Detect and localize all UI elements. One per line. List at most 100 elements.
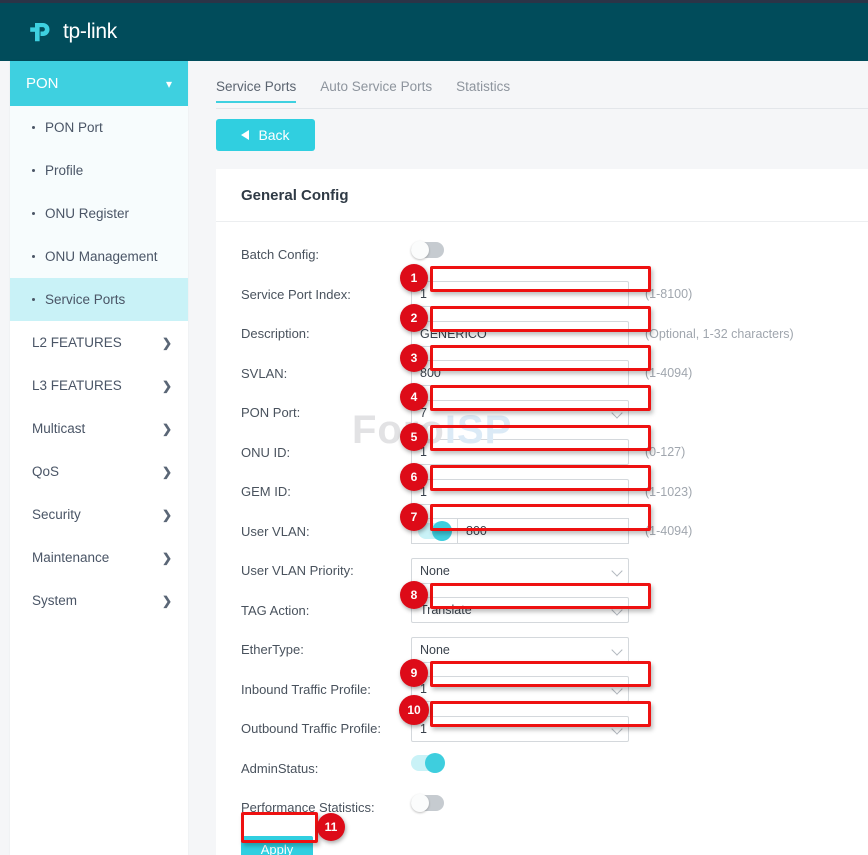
sidebar-item-label: Service Ports bbox=[45, 292, 126, 307]
sidebar-item-l3-features[interactable]: L3 FEATURES ❯ bbox=[10, 364, 188, 407]
toggle-knob bbox=[425, 753, 445, 774]
sidebar-item-system[interactable]: System ❯ bbox=[10, 579, 188, 622]
field-control: None bbox=[411, 636, 629, 663]
field-user-vlan: User VLAN: 800 (1-4094) bbox=[216, 512, 868, 552]
bullet-icon bbox=[32, 298, 35, 301]
apply-row: Apply bbox=[216, 828, 868, 855]
field-admin-status: AdminStatus: bbox=[216, 749, 868, 789]
batch-config-toggle[interactable] bbox=[411, 240, 444, 259]
back-button-label: Back bbox=[258, 127, 290, 143]
toggle-knob bbox=[411, 793, 429, 812]
field-label: PON Port: bbox=[241, 405, 301, 421]
field-hint: (0-127) bbox=[645, 445, 686, 460]
sidebar-item-profile[interactable]: Profile bbox=[10, 149, 188, 192]
triangle-left-icon bbox=[241, 130, 250, 140]
page-root: tp-link PON ▾ PON Port Profile ONU Regis… bbox=[0, 0, 868, 855]
field-user-vlan-priority: User VLAN Priority: None bbox=[216, 551, 868, 591]
field-hint: (1-8100) bbox=[645, 287, 693, 302]
inbound-traffic-profile-select[interactable]: 1 bbox=[411, 676, 629, 703]
field-performance-statistics: Performance Statistics: bbox=[216, 788, 868, 828]
chevron-right-icon: ❯ bbox=[161, 464, 172, 479]
field-pon-port: PON Port: 7 bbox=[216, 393, 868, 433]
sidebar-item-security[interactable]: Security ❯ bbox=[10, 493, 188, 536]
chevron-right-icon: ❯ bbox=[161, 593, 172, 608]
sidebar-item-onu-management[interactable]: ONU Management bbox=[10, 235, 188, 278]
outbound-traffic-profile-select[interactable]: 1 bbox=[411, 715, 629, 742]
field-hint: (1-4094) bbox=[645, 524, 693, 539]
tab-bar: Service Ports Auto Service Ports Statist… bbox=[216, 79, 868, 109]
select-value: Translate bbox=[420, 603, 472, 618]
tab-statistics[interactable]: Statistics bbox=[456, 79, 510, 102]
field-label: Performance Statistics: bbox=[241, 800, 375, 816]
chevron-down-icon bbox=[611, 604, 623, 616]
bullet-icon bbox=[32, 255, 35, 258]
field-onu-id: ONU ID: 1 (0-127) bbox=[216, 433, 868, 473]
svlan-input[interactable]: 800 bbox=[411, 360, 629, 387]
field-control: 800 bbox=[411, 518, 629, 545]
field-hint: (Optional, 1-32 characters) bbox=[645, 326, 794, 341]
field-label: User VLAN Priority: bbox=[241, 563, 354, 579]
field-control: None bbox=[411, 557, 629, 584]
admin-status-toggle[interactable] bbox=[411, 753, 445, 774]
field-control: 7 bbox=[411, 399, 629, 426]
sidebar-group-pon[interactable]: PON ▾ bbox=[10, 61, 188, 106]
field-control: 1 bbox=[411, 676, 629, 703]
field-control bbox=[411, 240, 629, 268]
sidebar-item-qos[interactable]: QoS ❯ bbox=[10, 450, 188, 493]
sidebar-item-label: System bbox=[32, 593, 78, 608]
sidebar-item-service-ports[interactable]: Service Ports bbox=[10, 278, 188, 321]
tab-service-ports[interactable]: Service Ports bbox=[216, 79, 297, 103]
field-label: ONU ID: bbox=[241, 444, 291, 460]
general-config-panel: General Config Batch Config: Service Por… bbox=[216, 169, 868, 855]
chevron-down-icon: ▾ bbox=[165, 76, 172, 91]
description-input[interactable]: GENERICO bbox=[411, 320, 629, 347]
bullet-icon bbox=[32, 126, 35, 129]
onu-id-input[interactable]: 1 bbox=[411, 439, 629, 466]
user-vlan-priority-select[interactable]: None bbox=[411, 557, 629, 584]
field-service-port-index: Service Port Index: 1 (1-8100) bbox=[216, 275, 868, 315]
back-button[interactable]: Back bbox=[216, 119, 315, 151]
field-label: User VLAN: bbox=[241, 523, 310, 539]
field-outbound-traffic-profile: Outbound Traffic Profile: 1 bbox=[216, 709, 868, 749]
field-label: Inbound Traffic Profile: bbox=[241, 681, 371, 697]
sidebar-item-l2-features[interactable]: L2 FEATURES ❯ bbox=[10, 321, 188, 364]
sidebar-item-label: ONU Management bbox=[45, 249, 158, 264]
field-control: 1 bbox=[411, 281, 629, 308]
brand-name: tp-link bbox=[63, 20, 117, 43]
field-control: GENERICO bbox=[411, 320, 629, 347]
field-label: Batch Config: bbox=[241, 247, 320, 263]
apply-button[interactable]: Apply bbox=[241, 835, 313, 855]
performance-statistics-toggle[interactable] bbox=[411, 793, 444, 812]
tag-action-select[interactable]: Translate bbox=[411, 597, 629, 624]
field-control: 800 bbox=[411, 360, 629, 387]
sidebar-item-pon-port[interactable]: PON Port bbox=[10, 106, 188, 149]
tp-link-mark-icon bbox=[26, 17, 56, 47]
user-vlan-group: 800 bbox=[411, 518, 629, 545]
field-svlan: SVLAN: 800 (1-4094) bbox=[216, 354, 868, 394]
pon-port-select[interactable]: 7 bbox=[411, 399, 629, 426]
toggle-knob bbox=[411, 240, 429, 259]
field-control: 1 bbox=[411, 478, 629, 505]
field-label: EtherType: bbox=[241, 642, 304, 658]
user-vlan-toggle[interactable] bbox=[418, 521, 452, 542]
sidebar-item-onu-register[interactable]: ONU Register bbox=[10, 192, 188, 235]
gem-id-input[interactable]: 1 bbox=[411, 478, 629, 505]
sidebar-item-maintenance[interactable]: Maintenance ❯ bbox=[10, 536, 188, 579]
ethertype-select[interactable]: None bbox=[411, 636, 629, 663]
field-description: Description: GENERICO (Optional, 1-32 ch… bbox=[216, 314, 868, 354]
panel-title: General Config bbox=[216, 169, 868, 222]
tab-auto-service-ports[interactable]: Auto Service Ports bbox=[320, 79, 432, 102]
sidebar: PON ▾ PON Port Profile ONU Register ONU … bbox=[10, 61, 188, 855]
bullet-icon bbox=[32, 212, 35, 215]
field-batch-config: Batch Config: bbox=[216, 235, 868, 275]
field-control bbox=[411, 753, 629, 781]
user-vlan-input[interactable]: 800 bbox=[457, 518, 629, 545]
chevron-down-icon bbox=[611, 723, 623, 735]
sidebar-item-label: Multicast bbox=[32, 421, 86, 436]
sidebar-item-multicast[interactable]: Multicast ❯ bbox=[10, 407, 188, 450]
field-label: Service Port Index: bbox=[241, 286, 351, 302]
sidebar-group-pon-label: PON bbox=[26, 75, 59, 92]
field-control: 1 bbox=[411, 715, 629, 742]
field-label: TAG Action: bbox=[241, 602, 310, 618]
service-port-index-input[interactable]: 1 bbox=[411, 281, 629, 308]
